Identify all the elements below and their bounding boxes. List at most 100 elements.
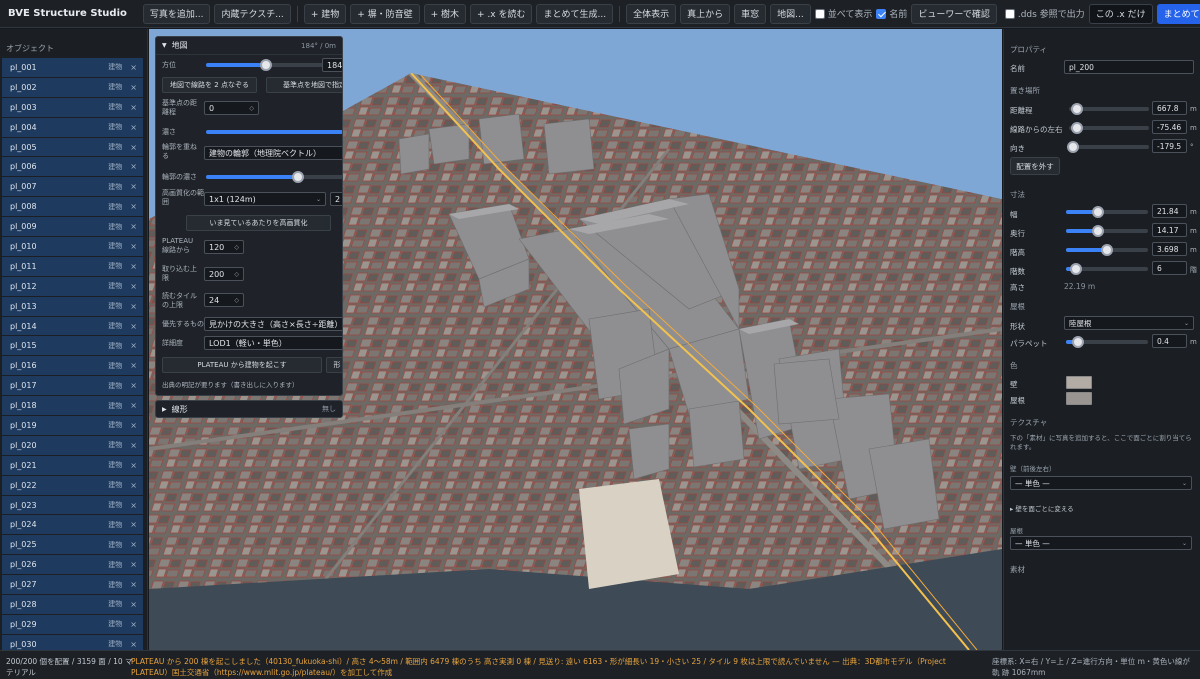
per-face-toggle[interactable]: ▸ 壁を面ごとに変える bbox=[1010, 503, 1074, 513]
depth-input[interactable]: 14.17 bbox=[1152, 223, 1187, 237]
tile-limit-input[interactable]: 24 ◇ bbox=[204, 293, 244, 307]
collapse-icon[interactable]: ▼ bbox=[162, 42, 167, 49]
object-list-item[interactable]: pl_011 建物 × bbox=[2, 256, 143, 277]
spinner-icon[interactable]: ◇ bbox=[234, 244, 239, 251]
name-checkbox[interactable] bbox=[876, 8, 887, 19]
object-list-item[interactable]: pl_030 建物 × bbox=[2, 634, 143, 650]
object-list-item[interactable]: pl_009 建物 × bbox=[2, 217, 143, 238]
lod-select[interactable]: LOD1（軽い・単色） bbox=[204, 336, 342, 350]
remove-icon[interactable]: × bbox=[130, 143, 137, 152]
object-list-item[interactable]: pl_018 建物 × bbox=[2, 396, 143, 417]
floor-height-slider-knob[interactable] bbox=[1101, 244, 1113, 256]
object-list-item[interactable]: pl_002 建物 × bbox=[2, 77, 143, 98]
remove-icon[interactable]: × bbox=[130, 302, 137, 311]
builtin-texture-button[interactable]: 内蔵テクスチ... bbox=[214, 3, 291, 24]
direction-slider-knob[interactable] bbox=[260, 59, 272, 71]
pick-base-point-button[interactable]: 基準点を地図で指定 bbox=[266, 77, 342, 93]
object-list-item[interactable]: pl_016 建物 × bbox=[2, 356, 143, 377]
top-view-button[interactable]: 真上から bbox=[680, 3, 731, 24]
object-list-item[interactable]: pl_027 建物 × bbox=[2, 575, 143, 596]
remove-icon[interactable]: × bbox=[130, 520, 137, 529]
offset-slider-knob[interactable] bbox=[1071, 122, 1083, 134]
heading-input[interactable]: -179.5 bbox=[1152, 139, 1187, 153]
batch-generate-button[interactable]: まとめて生成... bbox=[536, 3, 614, 24]
remove-icon[interactable]: × bbox=[130, 481, 137, 490]
build-from-plateau-button[interactable]: PLATEAU から建物を起こす bbox=[162, 357, 322, 373]
object-list-item[interactable]: pl_026 建物 × bbox=[2, 555, 143, 576]
object-list-item[interactable]: pl_022 建物 × bbox=[2, 475, 143, 496]
side-by-side-toggle[interactable]: 並べて表示 bbox=[814, 7, 872, 20]
side-by-side-checkbox[interactable] bbox=[814, 8, 825, 19]
direction-input[interactable]: 184 bbox=[322, 58, 342, 72]
remove-icon[interactable]: × bbox=[130, 103, 137, 112]
fit-all-button[interactable]: 全体表示 bbox=[626, 3, 677, 24]
remove-icon[interactable]: × bbox=[130, 341, 137, 350]
spinner-icon[interactable]: ◇ bbox=[234, 271, 239, 278]
base-distance-input[interactable]: 0 ◇ bbox=[204, 101, 259, 115]
floors-slider-knob[interactable] bbox=[1070, 263, 1082, 275]
floors-input[interactable]: 6 bbox=[1152, 261, 1187, 275]
object-list-item[interactable]: pl_008 建物 × bbox=[2, 197, 143, 218]
remove-icon[interactable]: × bbox=[130, 580, 137, 589]
object-list-item[interactable]: pl_015 建物 × bbox=[2, 336, 143, 357]
remove-icon[interactable]: × bbox=[130, 123, 137, 132]
width-input[interactable]: 21.84 bbox=[1152, 204, 1187, 218]
parapet-slider-knob[interactable] bbox=[1072, 336, 1084, 348]
line-panel[interactable]: ▶ 線形 無し bbox=[155, 400, 343, 418]
remove-icon[interactable]: × bbox=[130, 441, 137, 450]
plateau-range-input[interactable]: 120 ◇ bbox=[204, 240, 244, 254]
export-this-button[interactable]: この .x だけ bbox=[1088, 3, 1153, 24]
remove-icon[interactable]: × bbox=[130, 242, 137, 251]
add-photo-button[interactable]: 写真を追加... bbox=[142, 3, 211, 24]
export-all-button[interactable]: まとめて書き出し bbox=[1156, 3, 1200, 24]
object-list-item[interactable]: pl_001 建物 × bbox=[2, 58, 143, 78]
add-tree-button[interactable]: + 樹木 bbox=[423, 3, 467, 24]
wall-texture-select[interactable]: — 単色 — ⌄ bbox=[1010, 476, 1192, 490]
remove-icon[interactable]: × bbox=[130, 401, 137, 410]
object-list-item[interactable]: pl_005 建物 × bbox=[2, 137, 143, 158]
remove-icon[interactable]: × bbox=[130, 560, 137, 569]
add-building-button[interactable]: + 建物 bbox=[303, 3, 347, 24]
width-slider-knob[interactable] bbox=[1092, 206, 1104, 218]
floor-height-input[interactable]: 3.698 bbox=[1152, 242, 1187, 256]
remove-icon[interactable]: × bbox=[130, 83, 137, 92]
remove-icon[interactable]: × bbox=[130, 202, 137, 211]
object-list-item[interactable]: pl_023 建物 × bbox=[2, 495, 143, 516]
remove-icon[interactable]: × bbox=[130, 361, 137, 370]
depth-slider-knob[interactable] bbox=[1092, 225, 1104, 237]
load-x-button[interactable]: + .x を読む bbox=[470, 3, 533, 24]
cab-view-button[interactable]: 車窓 bbox=[734, 3, 767, 24]
remove-icon[interactable]: × bbox=[130, 501, 137, 510]
heading-slider-track[interactable] bbox=[1069, 145, 1149, 149]
shape-button[interactable]: 形 bbox=[326, 357, 342, 373]
distance-slider-knob[interactable] bbox=[1071, 103, 1083, 115]
roof-shape-select[interactable]: 陸屋根 ⌄ bbox=[1064, 316, 1194, 330]
outline-select[interactable]: 建物の輪郭（地理院ベクトル） bbox=[204, 146, 342, 160]
name-toggle[interactable]: 名前 bbox=[876, 7, 907, 20]
remove-icon[interactable]: × bbox=[130, 182, 137, 191]
object-list-item[interactable]: pl_010 建物 × bbox=[2, 237, 143, 257]
object-list-item[interactable]: pl_012 建物 × bbox=[2, 276, 143, 297]
object-list-item[interactable]: pl_017 建物 × bbox=[2, 376, 143, 397]
max-load-input[interactable]: 200 ◇ bbox=[204, 267, 244, 281]
remove-icon[interactable]: × bbox=[130, 421, 137, 430]
name-input[interactable]: pl_200 bbox=[1064, 60, 1194, 74]
hq-current-button[interactable]: いま見ているあたりを高画質化 bbox=[186, 215, 331, 231]
remove-icon[interactable]: × bbox=[130, 461, 137, 470]
distance-input[interactable]: 667.8 bbox=[1152, 101, 1187, 115]
object-list-item[interactable]: pl_029 建物 × bbox=[2, 614, 143, 635]
object-list-item[interactable]: pl_028 建物 × bbox=[2, 595, 143, 615]
opacity-slider[interactable] bbox=[206, 130, 342, 134]
object-list-item[interactable]: pl_025 建物 × bbox=[2, 535, 143, 556]
remove-icon[interactable]: × bbox=[130, 620, 137, 629]
hq-range-secondary[interactable]: 2 bbox=[330, 192, 342, 206]
object-list-item[interactable]: pl_006 建物 × bbox=[2, 157, 143, 178]
viewer-button[interactable]: ビューワーで確認 bbox=[911, 3, 997, 24]
spinner-icon[interactable]: ◇ bbox=[234, 297, 239, 304]
remove-icon[interactable]: × bbox=[130, 162, 137, 171]
remove-icon[interactable]: × bbox=[130, 282, 137, 291]
object-list-item[interactable]: pl_003 建物 × bbox=[2, 97, 143, 118]
remove-icon[interactable]: × bbox=[130, 540, 137, 549]
spinner-icon[interactable]: ◇ bbox=[249, 105, 254, 112]
roof-texture-select[interactable]: — 単色 — ⌄ bbox=[1010, 536, 1192, 550]
